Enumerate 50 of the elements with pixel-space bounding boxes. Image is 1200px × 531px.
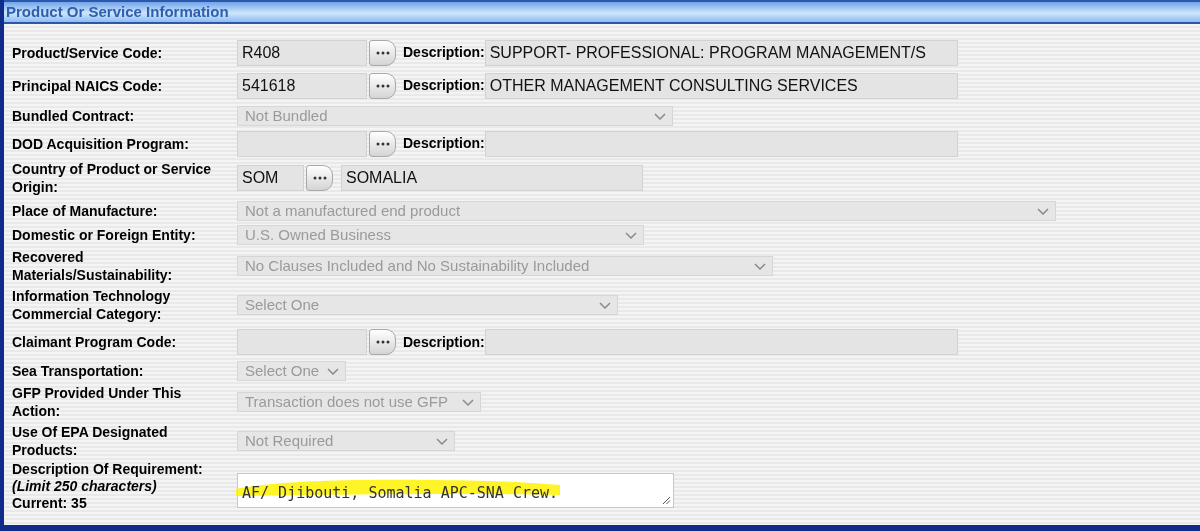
text-field[interactable]: R408 bbox=[237, 39, 367, 66]
more-icon bbox=[375, 50, 390, 55]
lookup-button[interactable] bbox=[369, 130, 396, 157]
text-field[interactable] bbox=[237, 329, 367, 355]
text-field[interactable] bbox=[484, 130, 958, 157]
description-label: Description: bbox=[403, 43, 485, 62]
text-field[interactable] bbox=[237, 130, 367, 157]
lookup-button[interactable] bbox=[369, 72, 396, 99]
text-field[interactable]: 541618 bbox=[237, 72, 367, 99]
field-label: DOD Acquisition Program: bbox=[12, 135, 189, 152]
chevron-down-icon bbox=[462, 398, 474, 406]
description-label: Description: bbox=[403, 134, 485, 153]
chevron-down-icon bbox=[599, 301, 611, 309]
description-label: Description: bbox=[403, 76, 485, 95]
chevron-down-icon bbox=[327, 367, 339, 375]
field-label: Bundled Contract: bbox=[12, 108, 135, 124]
field-label: Information Technology Commercial Category: bbox=[12, 288, 171, 322]
limit-note: (Limit 250 characters) bbox=[12, 478, 158, 495]
character-counter: Current: 35 bbox=[12, 495, 88, 512]
field-label: Claimant Program Code: bbox=[12, 334, 177, 350]
lookup-button[interactable] bbox=[306, 165, 333, 191]
section-title: Product Or Service Information bbox=[6, 1, 229, 22]
chevron-down-icon bbox=[1037, 207, 1049, 215]
text-field[interactable]: SUPPORT- PROFESSIONAL: PROGRAM MANAGEMENT/S bbox=[484, 39, 958, 66]
field-label: Principal NAICS Code: bbox=[12, 77, 163, 94]
field-label: Country of Product or Service Origin: bbox=[12, 161, 212, 195]
resize-handle-icon bbox=[662, 496, 671, 505]
text-field[interactable]: SOM bbox=[237, 165, 304, 191]
chevron-down-icon bbox=[754, 262, 766, 270]
more-icon bbox=[375, 340, 390, 344]
field-label: Recovered Materials/Sustainability: bbox=[12, 249, 173, 283]
text-field[interactable]: SOMALIA bbox=[341, 165, 643, 191]
lookup-button[interactable] bbox=[369, 39, 396, 66]
field-label: Description Of Requirement: bbox=[12, 461, 204, 478]
field-label: Domestic or Foreign Entity: bbox=[12, 227, 196, 243]
chevron-down-icon bbox=[436, 437, 448, 445]
more-icon bbox=[375, 141, 390, 146]
text-field[interactable]: OTHER MANAGEMENT CONSULTING SERVICES bbox=[484, 72, 958, 99]
field-label: Sea Transportation: bbox=[12, 363, 144, 379]
lookup-button[interactable] bbox=[369, 329, 396, 355]
text-field[interactable] bbox=[484, 329, 958, 355]
more-icon bbox=[375, 83, 390, 88]
field-label: GFP Provided Under This Action: bbox=[12, 385, 182, 419]
more-icon bbox=[312, 176, 327, 180]
field-label: Use Of EPA Designated Products: bbox=[12, 424, 168, 458]
chevron-down-icon bbox=[625, 231, 637, 239]
chevron-down-icon bbox=[654, 112, 666, 120]
field-label: Place of Manufacture: bbox=[12, 203, 158, 219]
field-label: Product/Service Code: bbox=[12, 44, 163, 61]
description-label: Description: bbox=[403, 332, 485, 352]
